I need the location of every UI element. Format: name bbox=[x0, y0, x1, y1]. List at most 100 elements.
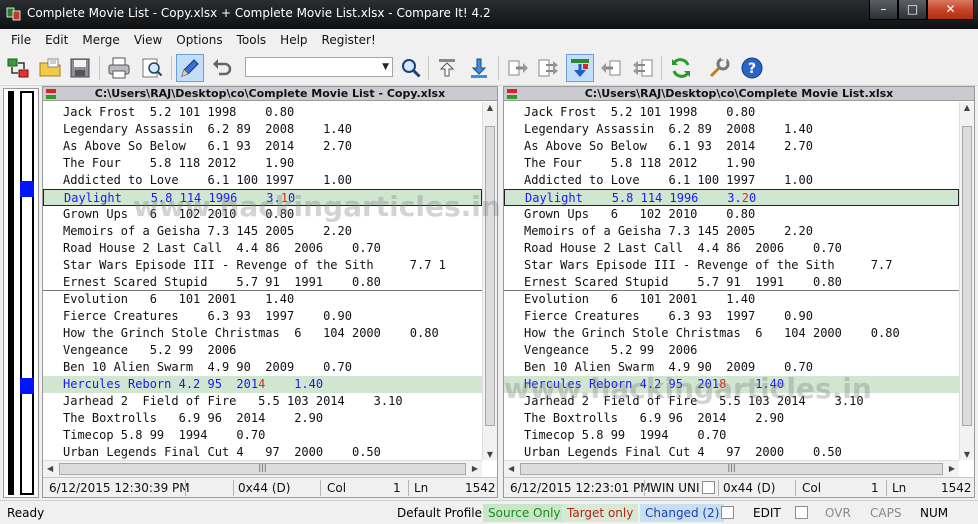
text-line[interactable]: Daylight 5.8 114 1996 3.20 bbox=[504, 189, 959, 206]
text-line[interactable]: Hercules Reborn 4.2 95 2018 1.40 bbox=[504, 376, 959, 393]
text-line[interactable]: Urban Legends Final Cut 4 97 2000 0.50 bbox=[504, 444, 959, 460]
text-line[interactable]: Vengeance 5.2 99 2006 bbox=[43, 342, 482, 359]
scroll-down-icon[interactable]: ▼ bbox=[483, 450, 497, 459]
text-line[interactable]: Memoirs of a Geisha 7.3 145 2005 2.20 bbox=[43, 223, 482, 240]
map-change-marker[interactable] bbox=[20, 378, 34, 394]
scroll-thumb[interactable] bbox=[962, 126, 972, 426]
text-line[interactable]: Ben 10 Alien Swarm 4.9 90 2009 0.70 bbox=[504, 359, 959, 376]
minimize-button[interactable]: – bbox=[869, 0, 898, 20]
text-line[interactable]: Grown Ups 6 102 2010 0.80 bbox=[504, 206, 959, 223]
text-line[interactable]: How the Grinch Stole Christmas 6 104 200… bbox=[504, 325, 959, 342]
text-line[interactable]: Fierce Creatures 6.3 93 1997 0.90 bbox=[43, 308, 482, 325]
options-icon[interactable] bbox=[705, 54, 733, 82]
next-change-icon[interactable] bbox=[465, 54, 493, 82]
text-line[interactable]: Evolution 6 101 2001 1.40 bbox=[43, 291, 482, 308]
edit-checkbox[interactable] bbox=[721, 506, 734, 519]
text-line[interactable]: How the Grinch Stole Christmas 6 104 200… bbox=[43, 325, 482, 342]
first-change-icon[interactable] bbox=[433, 54, 461, 82]
text-line[interactable]: Star Wars Episode III - Revenge of the S… bbox=[504, 257, 959, 274]
text-line[interactable]: Jack Frost 5.2 101 1998 0.80 bbox=[43, 104, 482, 121]
scroll-left-icon[interactable]: ◀ bbox=[508, 464, 514, 473]
vertical-scrollbar[interactable]: ▲ ▼ bbox=[482, 102, 497, 460]
line-text: The Four 5.8 118 2012 1.90 bbox=[524, 156, 756, 170]
right-text-area[interactable]: Jack Frost 5.2 101 1998 0.80 Legendary As… bbox=[504, 102, 959, 460]
encoding-checkbox[interactable] bbox=[702, 481, 715, 494]
search-icon[interactable] bbox=[397, 54, 425, 82]
text-line[interactable]: Hercules Reborn 4.2 95 2014 1.40 bbox=[43, 376, 482, 393]
status-target-only[interactable]: Target only bbox=[562, 504, 639, 522]
text-line[interactable]: Addicted to Love 6.1 100 1997 1.00 bbox=[504, 172, 959, 189]
menu-tools[interactable]: Tools bbox=[230, 33, 274, 47]
text-line[interactable]: Ernest Scared Stupid 5.7 91 1991 0.80 bbox=[43, 274, 482, 291]
print-icon[interactable] bbox=[105, 54, 133, 82]
text-line[interactable]: Fierce Creatures 6.3 93 1997 0.90 bbox=[504, 308, 959, 325]
text-line[interactable]: Vengeance 5.2 99 2006 bbox=[504, 342, 959, 359]
text-line[interactable]: Ben 10 Alien Swarm 4.9 90 2009 0.70 bbox=[43, 359, 482, 376]
menu-register[interactable]: Register! bbox=[315, 33, 383, 47]
text-line[interactable]: The Boxtrolls 6.9 96 2014 2.90 bbox=[43, 410, 482, 427]
horizontal-scrollbar[interactable]: ◀ ||| ▶ bbox=[43, 460, 482, 477]
text-line[interactable]: Road House 2 Last Call 4.4 86 2006 0.70 bbox=[43, 240, 482, 257]
scroll-thumb[interactable] bbox=[485, 126, 495, 426]
scroll-right-icon[interactable]: ▶ bbox=[472, 464, 478, 473]
undo-icon[interactable] bbox=[208, 54, 236, 82]
text-line[interactable]: As Above So Below 6.1 93 2014 2.70 bbox=[504, 138, 959, 155]
menu-edit[interactable]: Edit bbox=[38, 33, 75, 47]
status-changed[interactable]: Changed (2) bbox=[640, 504, 725, 522]
copy-right-icon[interactable] bbox=[504, 54, 532, 82]
copy-right-all-icon[interactable] bbox=[535, 54, 563, 82]
ovr-checkbox[interactable] bbox=[795, 506, 808, 519]
text-line[interactable]: Urban Legends Final Cut 4 97 2000 0.50 bbox=[43, 444, 482, 460]
horizontal-scrollbar[interactable]: ◀ ||| ▶ bbox=[504, 460, 959, 477]
text-line[interactable]: Daylight 5.8 114 1996 3.10 bbox=[43, 189, 482, 206]
text-line[interactable]: The Boxtrolls 6.9 96 2014 2.90 bbox=[504, 410, 959, 427]
vertical-scrollbar[interactable]: ▲ ▼ bbox=[959, 102, 974, 460]
difference-map[interactable] bbox=[3, 88, 39, 498]
status-source-only[interactable]: Source Only bbox=[483, 504, 566, 522]
search-combo[interactable]: ▼ bbox=[245, 57, 393, 77]
menu-help[interactable]: Help bbox=[273, 33, 314, 47]
status-profile[interactable]: Default Profile bbox=[392, 504, 487, 522]
text-line[interactable]: Jarhead 2 Field of Fire 5.5 103 2014 3.1… bbox=[504, 393, 959, 410]
refresh-icon[interactable] bbox=[667, 54, 695, 82]
text-line[interactable]: Grown Ups 6 102 2010 0.80 bbox=[43, 206, 482, 223]
scroll-up-icon[interactable]: ▲ bbox=[960, 103, 974, 112]
text-line[interactable]: Road House 2 Last Call 4.4 86 2006 0.70 bbox=[504, 240, 959, 257]
map-change-marker[interactable] bbox=[20, 181, 34, 197]
menu-merge[interactable]: Merge bbox=[75, 33, 126, 47]
edit-icon[interactable] bbox=[176, 54, 204, 82]
text-line[interactable]: Timecop 5.8 99 1994 0.70 bbox=[504, 427, 959, 444]
text-line[interactable]: Jack Frost 5.2 101 1998 0.80 bbox=[504, 104, 959, 121]
menu-view[interactable]: View bbox=[127, 33, 169, 47]
sync-icon[interactable] bbox=[566, 54, 594, 82]
chevron-down-icon[interactable]: ▼ bbox=[382, 62, 389, 72]
compare-files-icon[interactable] bbox=[4, 54, 32, 82]
text-line[interactable]: Jarhead 2 Field of Fire 5.5 103 2014 3.1… bbox=[43, 393, 482, 410]
copy-left-icon[interactable] bbox=[597, 54, 625, 82]
save-icon[interactable] bbox=[66, 54, 94, 82]
text-line[interactable]: Legendary Assassin 6.2 89 2008 1.40 bbox=[504, 121, 959, 138]
scroll-right-icon[interactable]: ▶ bbox=[949, 464, 955, 473]
menu-file[interactable]: File bbox=[4, 33, 38, 47]
text-line[interactable]: Timecop 5.8 99 1994 0.70 bbox=[43, 427, 482, 444]
text-line[interactable]: Legendary Assassin 6.2 89 2008 1.40 bbox=[43, 121, 482, 138]
left-text-area[interactable]: Jack Frost 5.2 101 1998 0.80 Legendary As… bbox=[43, 102, 482, 460]
menu-options[interactable]: Options bbox=[169, 33, 229, 47]
scroll-left-icon[interactable]: ◀ bbox=[47, 464, 53, 473]
find-icon[interactable] bbox=[138, 54, 166, 82]
text-line[interactable]: Addicted to Love 6.1 100 1997 1.00 bbox=[43, 172, 482, 189]
maximize-button[interactable]: □ bbox=[898, 0, 927, 20]
text-line[interactable]: Ernest Scared Stupid 5.7 91 1991 0.80 bbox=[504, 274, 959, 291]
text-line[interactable]: The Four 5.8 118 2012 1.90 bbox=[504, 155, 959, 172]
text-line[interactable]: Evolution 6 101 2001 1.40 bbox=[504, 291, 959, 308]
text-line[interactable]: As Above So Below 6.1 93 2014 2.70 bbox=[43, 138, 482, 155]
scroll-up-icon[interactable]: ▲ bbox=[483, 103, 497, 112]
text-line[interactable]: The Four 5.8 118 2012 1.90 bbox=[43, 155, 482, 172]
open-folder-icon[interactable] bbox=[36, 54, 64, 82]
text-line[interactable]: Star Wars Episode III - Revenge of the S… bbox=[43, 257, 482, 274]
scroll-down-icon[interactable]: ▼ bbox=[960, 450, 974, 459]
help-icon[interactable]: ? bbox=[738, 54, 766, 82]
close-button[interactable]: ✕ bbox=[927, 0, 974, 20]
copy-left-all-icon[interactable] bbox=[628, 54, 656, 82]
text-line[interactable]: Memoirs of a Geisha 7.3 145 2005 2.20 bbox=[504, 223, 959, 240]
